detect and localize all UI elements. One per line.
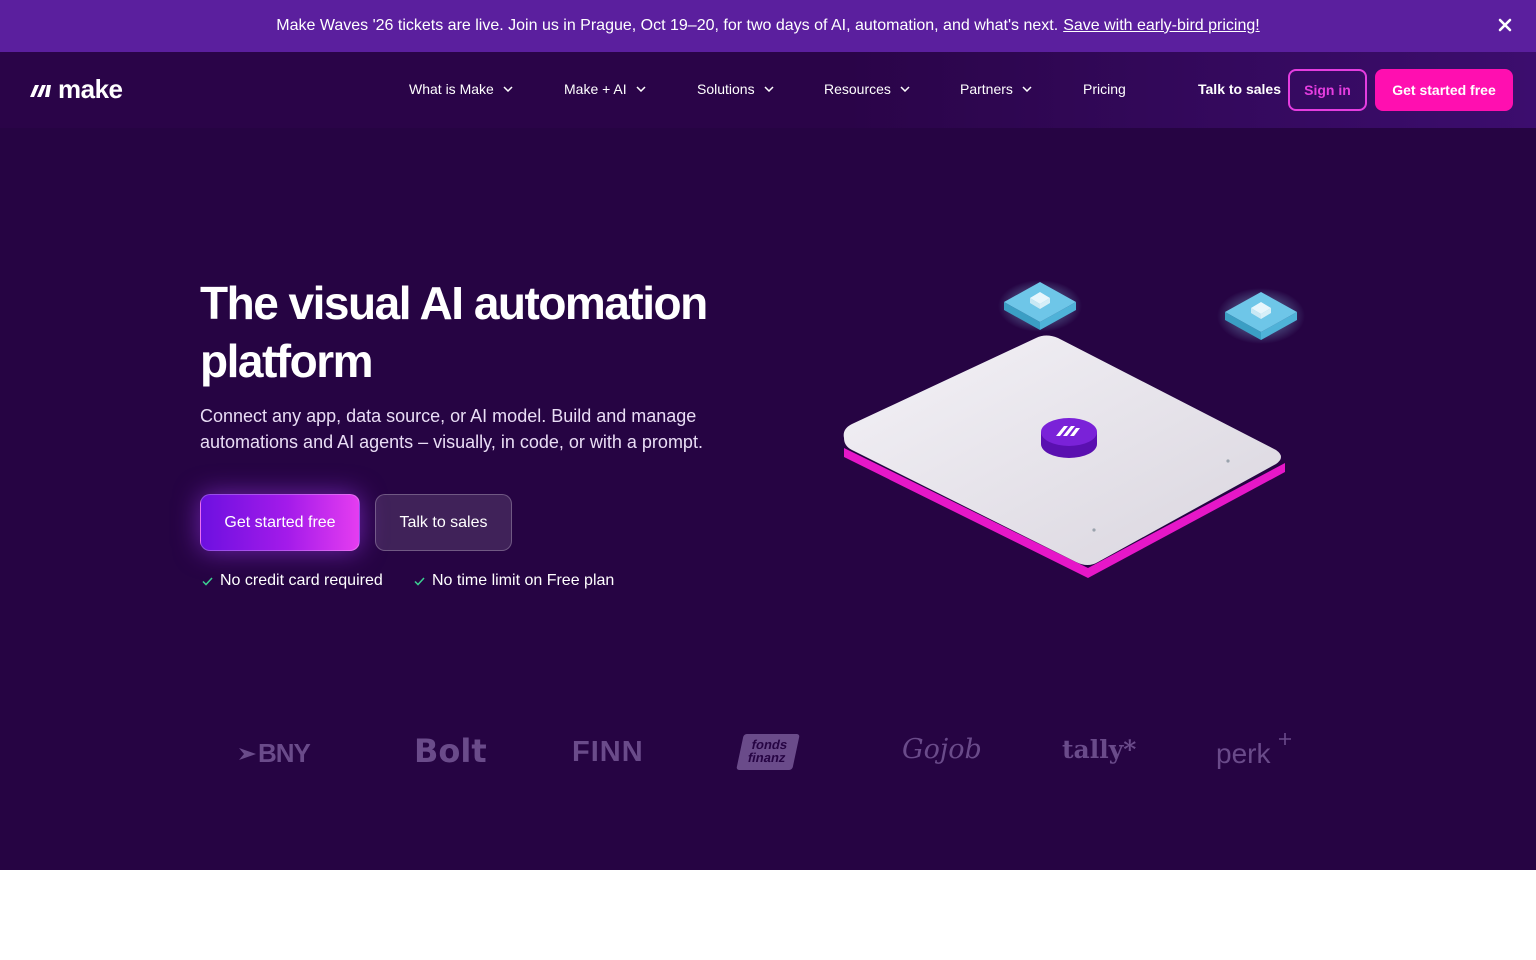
nav-item-label: Pricing (1083, 81, 1126, 97)
logo-bny: BNY (238, 738, 311, 769)
nav-item-label: Partners (960, 81, 1013, 97)
get-started-free-button[interactable]: Get started free (1375, 69, 1513, 111)
checkmark-icon (202, 576, 213, 586)
nav-item-solutions[interactable]: Solutions (697, 81, 774, 97)
logo-bolt: Bolt (414, 732, 487, 770)
bny-arrow-icon (239, 747, 256, 760)
nav-item-make-ai[interactable]: Make + AI (564, 81, 646, 97)
close-icon[interactable] (1494, 14, 1516, 36)
plus-icon (1279, 733, 1291, 745)
make-logo[interactable]: make (30, 74, 123, 105)
make-logo-icon (30, 84, 51, 97)
sign-in-button[interactable]: Sign in (1288, 69, 1367, 111)
chevron-down-icon (636, 86, 646, 92)
nav-item-label: Solutions (697, 81, 755, 97)
next-section-area (0, 870, 1536, 960)
logo-perk: perk (1216, 733, 1291, 770)
logo-gojob: Gojob (902, 734, 982, 765)
nav-item-what-is-make[interactable]: What is Make (409, 81, 513, 97)
logo-finn: FINN (572, 736, 644, 768)
announcement-banner: Make Waves '26 tickets are live. Join us… (0, 0, 1536, 52)
nav-item-partners[interactable]: Partners (960, 81, 1032, 97)
check-no-time-limit: No time limit on Free plan (414, 572, 614, 590)
check-no-credit-card: No credit card required (202, 572, 383, 590)
banner-text: Make Waves '26 tickets are live. Join us… (276, 17, 1059, 34)
chevron-down-icon (1022, 86, 1032, 92)
logo-tally: tally* (1062, 735, 1137, 764)
main-navbar: make What is Make Make + AI Solutions Re… (0, 52, 1536, 128)
client-logos-row: BNY Bolt FINN fonds finanz Gojob tally* … (200, 708, 1336, 798)
nav-item-label: Resources (824, 81, 891, 97)
talk-to-sales-link[interactable]: Talk to sales (1198, 81, 1281, 97)
nav-item-label: What is Make (409, 81, 494, 97)
logo-fonds-finanz: fonds finanz (736, 734, 800, 770)
chevron-down-icon (503, 86, 513, 92)
hero-talk-to-sales-button[interactable]: Talk to sales (375, 494, 512, 551)
banner-early-bird-link[interactable]: Save with early-bird pricing! (1063, 17, 1260, 35)
chevron-down-icon (764, 86, 774, 92)
checkmark-icon (414, 576, 425, 586)
hero-illustration (843, 280, 1305, 578)
hero-title: The visual AI automation platform (200, 277, 708, 387)
check-label: No credit card required (220, 572, 383, 589)
nav-item-pricing[interactable]: Pricing (1083, 81, 1126, 97)
nav-item-label: Make + AI (564, 81, 627, 97)
logo-text: make (58, 74, 123, 104)
check-label: No time limit on Free plan (432, 572, 615, 589)
hero-section: The visual AI automation platform Connec… (0, 128, 1536, 870)
hero-get-started-button[interactable]: Get started free (200, 494, 360, 551)
hero-subtitle: Connect any app, data source, or AI mode… (200, 406, 703, 452)
chevron-down-icon (900, 86, 910, 92)
nav-item-resources[interactable]: Resources (824, 81, 910, 97)
